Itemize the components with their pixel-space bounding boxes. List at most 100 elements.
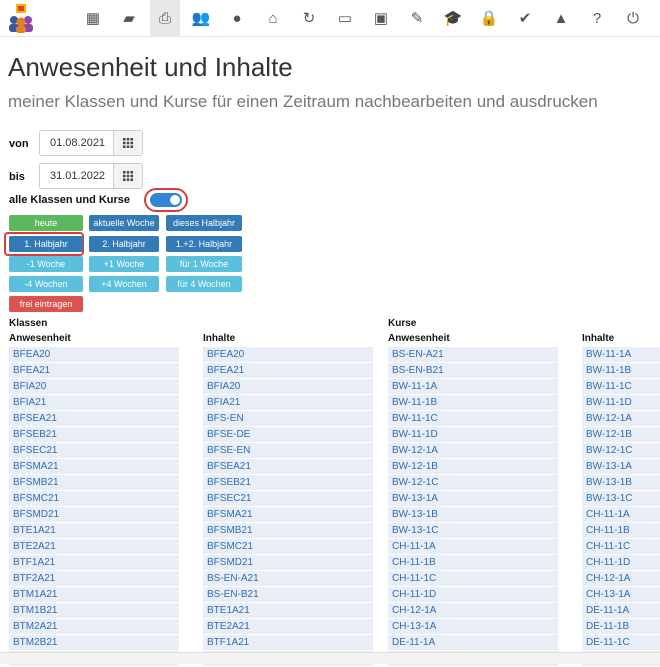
- list-item[interactable]: BFSMD21: [203, 555, 373, 570]
- list-item[interactable]: BTF1A21: [203, 635, 373, 650]
- list-item[interactable]: CH-11-1D: [582, 555, 660, 570]
- toggle-switch[interactable]: [150, 193, 182, 207]
- list-item[interactable]: BFIA20: [9, 379, 179, 394]
- minus4-wochen-button[interactable]: -4 Wochen: [9, 276, 83, 292]
- list-item[interactable]: BFSMB21: [9, 475, 179, 490]
- list-item[interactable]: BFSMD21: [9, 507, 179, 522]
- list-item[interactable]: BW-12-1B: [582, 427, 660, 442]
- list-item[interactable]: BFEA20: [9, 347, 179, 362]
- list-item[interactable]: BFSMA21: [203, 507, 373, 522]
- list-item[interactable]: CH-11-1A: [388, 539, 558, 554]
- group-icon[interactable]: 👥: [186, 0, 216, 36]
- list-item[interactable]: BFSEA21: [203, 459, 373, 474]
- list-item[interactable]: BW-13-1A: [388, 491, 558, 506]
- frei-eintragen-button[interactable]: frei eintragen: [9, 296, 83, 312]
- list-item[interactable]: BW-13-1B: [388, 507, 558, 522]
- list-item[interactable]: BS-EN-B21: [203, 587, 373, 602]
- list-item[interactable]: BS-EN-A21: [203, 571, 373, 586]
- list-item[interactable]: BFSEA21: [9, 411, 179, 426]
- list-item[interactable]: BTE2A21: [9, 539, 179, 554]
- minus1-woche-button[interactable]: -1 Woche: [9, 256, 83, 272]
- check-icon[interactable]: ✔: [510, 0, 540, 36]
- list-item[interactable]: BFEA21: [9, 363, 179, 378]
- list-item[interactable]: CH-11-1D: [388, 587, 558, 602]
- list-item[interactable]: BW-12-1B: [388, 459, 558, 474]
- list-item[interactable]: BW-11-1B: [582, 363, 660, 378]
- list-item[interactable]: BFEA20: [203, 347, 373, 362]
- power-icon[interactable]: ⏻: [618, 0, 648, 36]
- list-item[interactable]: BS-EN-B21: [388, 363, 558, 378]
- list-item[interactable]: BTM2A21: [9, 619, 179, 634]
- print-icon[interactable]: ⎙: [150, 0, 180, 36]
- list-item[interactable]: BFSMA21: [9, 459, 179, 474]
- list-item[interactable]: CH-12-1A: [582, 571, 660, 586]
- dieses-halbjahr-button[interactable]: dieses Halbjahr: [166, 215, 242, 231]
- home-icon[interactable]: ⌂: [258, 0, 288, 36]
- list-item[interactable]: BW-11-1D: [582, 395, 660, 410]
- list-item[interactable]: CH-12-1A: [388, 603, 558, 618]
- calendar-icon[interactable]: [113, 131, 142, 155]
- laptop-icon[interactable]: ▭: [330, 0, 360, 36]
- list-item[interactable]: BW-13-1C: [388, 523, 558, 538]
- list-item[interactable]: BW-11-1D: [388, 427, 558, 442]
- halbjahr2-button[interactable]: 2. Halbjahr: [89, 236, 159, 252]
- list-item[interactable]: BFIA21: [9, 395, 179, 410]
- refresh-icon[interactable]: ↻: [294, 0, 324, 36]
- list-item[interactable]: BFSMB21: [203, 523, 373, 538]
- list-item[interactable]: BFSMC21: [9, 491, 179, 506]
- list-item[interactable]: DE-11-1A: [388, 635, 558, 650]
- lock-icon[interactable]: 🔒: [474, 0, 504, 36]
- list-item[interactable]: DE-11-1C: [582, 635, 660, 650]
- graduation-cap-icon[interactable]: 🎓: [438, 0, 468, 36]
- table-icon[interactable]: ▦: [78, 0, 108, 36]
- book-icon[interactable]: ▰: [114, 0, 144, 36]
- list-item[interactable]: BW-13-1A: [582, 459, 660, 474]
- list-item[interactable]: BTM2B21: [9, 635, 179, 650]
- warning-icon[interactable]: ▲: [546, 0, 576, 36]
- building-icon[interactable]: ▣: [366, 0, 396, 36]
- list-item[interactable]: DE-11-1A: [582, 603, 660, 618]
- list-item[interactable]: BW-12-1C: [582, 443, 660, 458]
- list-item[interactable]: BW-12-1A: [582, 411, 660, 426]
- list-item[interactable]: BTF1A21: [9, 555, 179, 570]
- list-item[interactable]: BW-13-1C: [582, 491, 660, 506]
- list-item[interactable]: BW-11-1B: [388, 395, 558, 410]
- list-item[interactable]: BW-11-1C: [582, 379, 660, 394]
- list-item[interactable]: BTM1A21: [9, 587, 179, 602]
- list-item[interactable]: CH-11-1B: [582, 523, 660, 538]
- list-item[interactable]: BW-12-1C: [388, 475, 558, 490]
- list-item[interactable]: BFSEB21: [203, 475, 373, 490]
- list-item[interactable]: CH-11-1C: [388, 571, 558, 586]
- list-item[interactable]: BW-12-1A: [388, 443, 558, 458]
- list-item[interactable]: BFSEB21: [9, 427, 179, 442]
- list-item[interactable]: BTE2A21: [203, 619, 373, 634]
- list-item[interactable]: BW-11-1C: [388, 411, 558, 426]
- plus4-wochen-button[interactable]: +4 Wochen: [89, 276, 159, 292]
- calendar-icon[interactable]: [113, 164, 142, 188]
- edit-icon[interactable]: ✎: [402, 0, 432, 36]
- list-item[interactable]: BTF2A21: [9, 571, 179, 586]
- plus1-woche-button[interactable]: +1 Woche: [89, 256, 159, 272]
- user-icon[interactable]: ●: [222, 0, 252, 36]
- aktuelle-woche-button[interactable]: aktuelle Woche: [89, 215, 159, 231]
- list-item[interactable]: CH-11-1C: [582, 539, 660, 554]
- list-item[interactable]: BW-11-1A: [582, 347, 660, 362]
- list-item[interactable]: BFS-EN: [203, 411, 373, 426]
- list-item[interactable]: BTE1A21: [203, 603, 373, 618]
- halbjahr1-button[interactable]: 1. Halbjahr: [9, 236, 83, 252]
- list-item[interactable]: BS-EN-A21: [388, 347, 558, 362]
- school-logo-icon[interactable]: [6, 3, 36, 33]
- help-icon[interactable]: ?: [582, 0, 612, 36]
- list-item[interactable]: CH-11-1A: [582, 507, 660, 522]
- list-item[interactable]: BW-13-1B: [582, 475, 660, 490]
- bis-date-field[interactable]: 31.01.2022: [39, 163, 143, 189]
- list-item[interactable]: CH-13-1A: [582, 587, 660, 602]
- list-item[interactable]: BTE1A21: [9, 523, 179, 538]
- list-item[interactable]: BFSEC21: [203, 491, 373, 506]
- list-item[interactable]: BFSE-DE: [203, 427, 373, 442]
- fuer1-woche-button[interactable]: für 1 Woche: [166, 256, 242, 272]
- list-item[interactable]: CH-11-1B: [388, 555, 558, 570]
- list-item[interactable]: BFIA21: [203, 395, 373, 410]
- list-item[interactable]: BFSEC21: [9, 443, 179, 458]
- list-item[interactable]: CH-13-1A: [388, 619, 558, 634]
